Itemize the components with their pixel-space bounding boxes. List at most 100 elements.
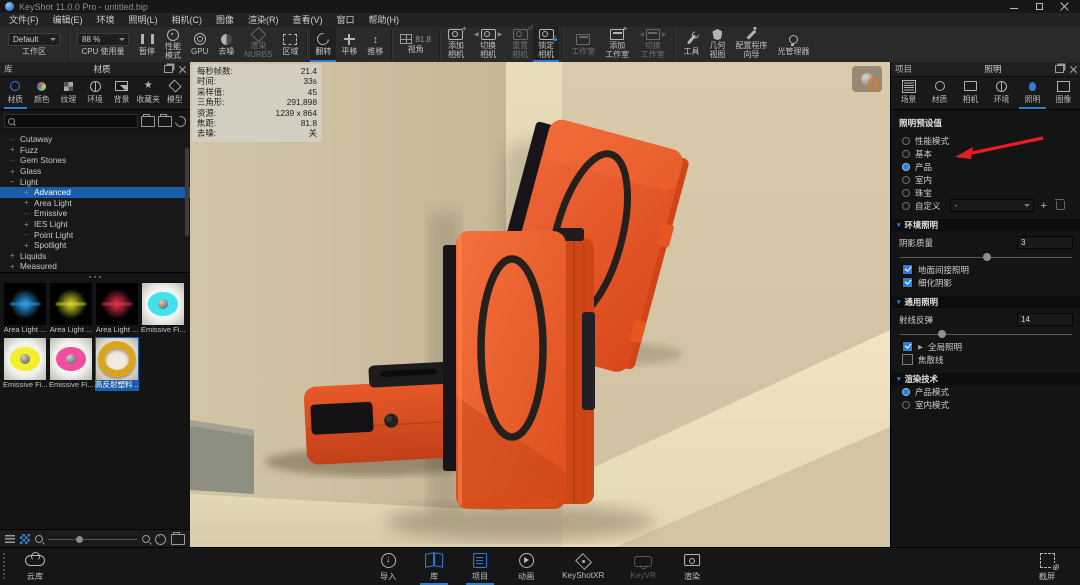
- reset-camera-button[interactable]: 重置 相机: [507, 27, 533, 62]
- panel-splitter[interactable]: [0, 273, 190, 280]
- ribbon-button[interactable]: 项目: [457, 548, 503, 585]
- library-tab[interactable]: 环境: [82, 79, 109, 109]
- menu-item[interactable]: 编辑(E): [46, 13, 90, 27]
- add-camera-button[interactable]: 添加 相机: [443, 27, 469, 62]
- gpu-button[interactable]: GPU: [186, 27, 213, 62]
- zoom-out-icon[interactable]: [35, 535, 43, 543]
- project-tab[interactable]: 材质: [924, 79, 955, 109]
- pause-button[interactable]: 暂停: [134, 27, 160, 62]
- workspace-selector[interactable]: Default 工作区: [3, 27, 65, 62]
- project-tab[interactable]: 场景: [893, 79, 924, 109]
- tools-button[interactable]: 工具: [678, 27, 704, 62]
- folder-icon[interactable]: [171, 534, 185, 545]
- expand-triangle-icon[interactable]: ▶: [918, 343, 923, 351]
- add-preset-button[interactable]: +: [1039, 201, 1049, 211]
- menu-item[interactable]: 渲染(R): [241, 13, 286, 27]
- tree-expander-icon[interactable]: [24, 220, 34, 229]
- lock-camera-button[interactable]: 锁定 相机: [533, 27, 559, 62]
- material-thumbnail[interactable]: Emissive Fi...: [49, 337, 93, 391]
- search-input[interactable]: [18, 117, 134, 126]
- tree-item[interactable]: Cutaway: [0, 134, 190, 145]
- geometry-view-button[interactable]: 几何 视图: [704, 27, 730, 62]
- render-interior-mode[interactable]: 室内模式: [891, 398, 1080, 411]
- material-thumbnail[interactable]: Area Light ...: [3, 282, 47, 336]
- library-tab[interactable]: 颜色: [29, 79, 56, 109]
- maximize-button[interactable]: [1035, 2, 1044, 11]
- library-tab[interactable]: 模型: [161, 79, 188, 109]
- zoom-in-icon[interactable]: [142, 535, 150, 543]
- tree-expander-icon[interactable]: [10, 177, 20, 186]
- library-tab[interactable]: 收藏夹: [135, 79, 162, 109]
- tree-item[interactable]: Gem Stones: [0, 155, 190, 166]
- ribbon-button[interactable]: KeyVR: [617, 548, 668, 585]
- close-button[interactable]: [1060, 2, 1069, 11]
- next-studio-icon[interactable]: ▶: [662, 31, 667, 38]
- ribbon-grip-handle[interactable]: [2, 552, 7, 581]
- tree-expander-icon[interactable]: [24, 188, 34, 197]
- switch-camera-button[interactable]: ◀▶ 切换 相机: [469, 27, 507, 62]
- environment-gizmo-button[interactable]: [852, 66, 882, 92]
- ribbon-button[interactable]: 渲染: [669, 548, 715, 585]
- dolly-button[interactable]: 推移: [362, 27, 388, 62]
- ray-bounces-slider[interactable]: [900, 329, 1072, 340]
- ribbon-button[interactable]: KeyShotXR: [549, 548, 617, 585]
- render-viewport[interactable]: 每秒帧数: 21.4 时间: 33s 采样值: 45 三角形: 291,898 …: [190, 62, 890, 548]
- material-thumbnail[interactable]: 高反射塑料 ...: [95, 337, 139, 391]
- menu-item[interactable]: 环境: [90, 13, 122, 27]
- tree-item[interactable]: Spotlight: [0, 240, 190, 251]
- tumble-button[interactable]: 翻转: [310, 27, 336, 62]
- cpu-usage-dropdown[interactable]: 88 %: [77, 33, 129, 46]
- screenshot-button[interactable]: 截屏: [1024, 548, 1070, 585]
- previous-camera-icon[interactable]: ◀: [474, 31, 479, 38]
- preset-basic[interactable]: 基本: [891, 147, 1080, 160]
- ribbon-button[interactable]: 导入: [365, 548, 411, 585]
- list-view-icon[interactable]: [5, 535, 15, 543]
- minimize-button[interactable]: [1010, 2, 1019, 11]
- ground-indirect-illumination-checkbox[interactable]: 地面间接照明: [891, 263, 1080, 276]
- material-thumbnail[interactable]: Emissive Fi...: [141, 282, 185, 336]
- preset-interior[interactable]: 室内: [891, 173, 1080, 186]
- project-tab[interactable]: 相机: [955, 79, 986, 109]
- shadow-quality-slider[interactable]: [900, 252, 1072, 263]
- workspace-dropdown[interactable]: Default: [8, 33, 60, 46]
- pan-button[interactable]: 平移: [336, 27, 362, 62]
- ribbon-button[interactable]: 库: [411, 548, 457, 585]
- environment-lighting-section[interactable]: ▾ 环境照明: [891, 219, 1080, 231]
- region-button[interactable]: 区域: [277, 27, 303, 62]
- tree-expander-icon[interactable]: [24, 198, 34, 207]
- import-folder-icon[interactable]: [141, 116, 155, 127]
- menu-item[interactable]: 窗口: [330, 13, 362, 27]
- tree-item[interactable]: Light: [0, 176, 190, 187]
- add-studio-button[interactable]: 添加 工作室: [600, 27, 634, 62]
- preset-jewelry[interactable]: 珠宝: [891, 186, 1080, 199]
- fov-field[interactable]: 81.8 视角: [395, 27, 436, 62]
- search-box[interactable]: [4, 114, 138, 128]
- tree-expander-icon[interactable]: [10, 262, 20, 271]
- light-manager-button[interactable]: 光管理器: [772, 27, 814, 62]
- library-tab[interactable]: 材质: [2, 79, 29, 109]
- menu-item[interactable]: 查看(V): [286, 13, 330, 27]
- preset-custom[interactable]: 自定义 - +: [891, 199, 1080, 212]
- orange-case-standing[interactable]: [443, 228, 595, 509]
- delete-preset-icon[interactable]: [1056, 201, 1065, 210]
- project-tab[interactable]: 图像: [1048, 79, 1079, 109]
- refine-shadows-checkbox[interactable]: 细化阴影: [891, 276, 1080, 289]
- general-lighting-section[interactable]: ▾ 通用照明: [891, 296, 1080, 308]
- tree-expander-icon[interactable]: [10, 156, 20, 165]
- grid-view-icon[interactable]: [20, 534, 30, 544]
- ray-bounces-input[interactable]: 14: [1017, 313, 1073, 326]
- performance-mode-button[interactable]: 性能 模式: [160, 27, 186, 62]
- studio-button[interactable]: 工作室: [566, 27, 600, 62]
- cloud-library-button[interactable]: 云库: [12, 548, 58, 585]
- denoise-button[interactable]: 去噪: [213, 27, 239, 62]
- menu-item[interactable]: 照明(L): [122, 13, 165, 27]
- close-panel-icon[interactable]: [1070, 66, 1077, 73]
- material-thumbnail[interactable]: Emissive Fi...: [3, 337, 47, 391]
- library-tab[interactable]: 背景: [108, 79, 135, 109]
- render-product-mode[interactable]: 产品模式: [891, 385, 1080, 398]
- tree-item[interactable]: Measured: [0, 261, 190, 272]
- tree-expander-icon[interactable]: [24, 230, 34, 239]
- tree-expander-icon[interactable]: [10, 251, 20, 260]
- menu-item[interactable]: 文件(F): [2, 13, 46, 27]
- close-panel-icon[interactable]: [179, 66, 186, 73]
